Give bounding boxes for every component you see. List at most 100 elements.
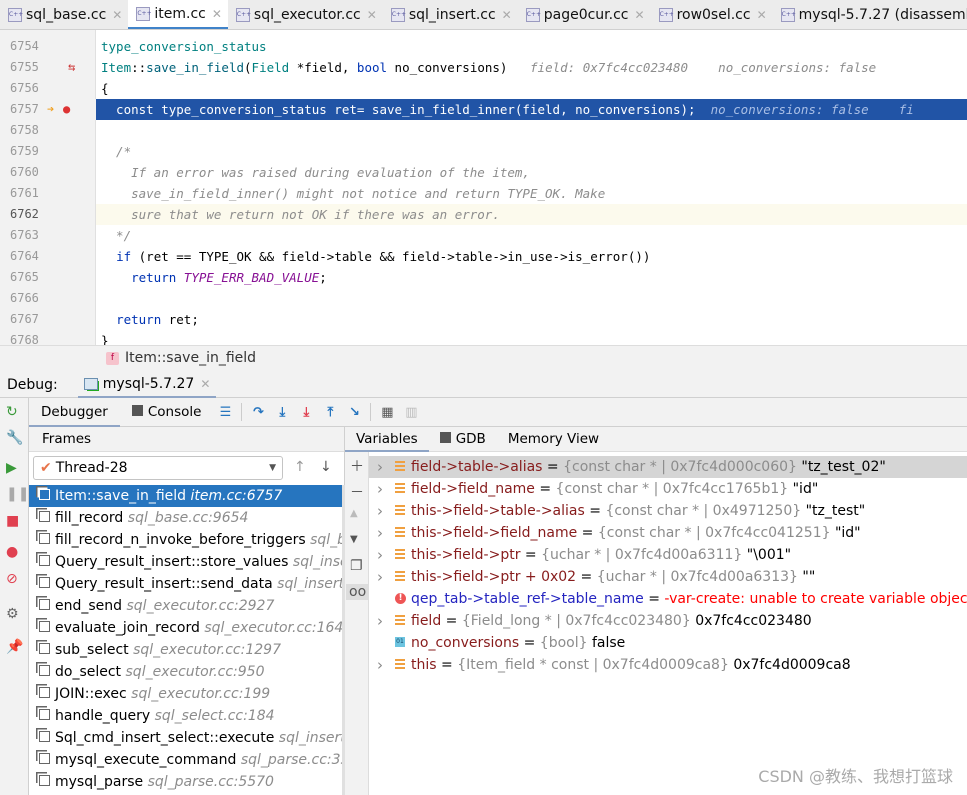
plus-icon[interactable]: ＋ <box>350 456 364 476</box>
frame-item[interactable]: end_send sql_executor.cc:2927 <box>29 595 345 617</box>
tab-file[interactable]: C++ sql_insert.cc ✕ <box>383 0 518 29</box>
mute-breakpoints-icon[interactable]: ⊘ <box>6 571 18 587</box>
tab-file[interactable]: C++ row0sel.cc ✕ <box>651 0 773 29</box>
debug-session-tab[interactable]: mysql-5.7.27 ✕ <box>77 372 217 398</box>
step-over-icon[interactable]: ↷ <box>246 405 270 420</box>
variable-row[interactable]: › field->field_name = {const char * | 0x7… <box>369 478 967 500</box>
variable-row[interactable]: › this = {Item_field * const | 0x7fc4d000… <box>369 654 967 676</box>
tab-file[interactable]: C++ mysql-5.7.27 (disassembl <box>773 0 967 29</box>
thread-select[interactable]: ✔ Thread-28 ▼ <box>33 456 283 480</box>
move-down-icon[interactable]: ▼ <box>350 534 358 545</box>
frame-item[interactable]: Sql_cmd_insert_select::execute sql_inser… <box>29 727 345 749</box>
minus-icon[interactable]: － <box>350 482 364 502</box>
frame-item[interactable]: JOIN::exec sql_executor.cc:199 <box>29 683 345 705</box>
frame-item[interactable]: evaluate_join_record sql_executor.cc:164… <box>29 617 345 639</box>
frame-item[interactable]: Query_result_insert::send_data sql_inser… <box>29 573 345 595</box>
chevron-right-icon[interactable]: › <box>377 566 383 588</box>
step-into-icon[interactable]: ⤓ <box>270 405 294 420</box>
code-line[interactable]: 6767 return ret; <box>0 309 967 330</box>
variable-row[interactable]: › field = {Field_long * | 0x7fc4cc023480}… <box>369 610 967 632</box>
chevron-right-icon[interactable]: › <box>377 500 383 522</box>
move-up-icon[interactable]: ▲ <box>350 508 358 519</box>
code-line[interactable]: 6768} <box>0 330 967 345</box>
force-step-into-icon[interactable]: ⤓ <box>294 405 318 420</box>
tab-file[interactable]: C++ sql_base.cc ✕ <box>0 0 128 29</box>
chevron-right-icon[interactable]: › <box>377 610 383 632</box>
layout-icon[interactable]: ☰ <box>213 405 237 420</box>
frame-item[interactable]: fill_record_n_invoke_before_triggers sql… <box>29 529 345 551</box>
code-line[interactable]: 6764 if (ret == TYPE_OK && field->table … <box>0 246 967 267</box>
variable-row[interactable]: › field->table->alias = {const char * | 0… <box>369 456 967 478</box>
frame-item[interactable]: fill_record sql_base.cc:9654 <box>29 507 345 529</box>
code-line[interactable]: 6754 type_conversion_status <box>0 36 967 57</box>
frame-item[interactable]: mysql_execute_command sql_parse.cc:359 <box>29 749 345 771</box>
wrench-icon[interactable]: 🔧 <box>6 430 23 446</box>
stop-icon[interactable]: ■ <box>6 513 19 529</box>
pin-icon[interactable]: 📌 <box>6 639 23 655</box>
code-line[interactable]: 6766 <box>0 288 967 309</box>
variable-row[interactable]: › this->field->ptr = {uchar * | 0x7fc4d00… <box>369 544 967 566</box>
rerun-icon[interactable]: ↻ <box>6 404 18 420</box>
frame-item[interactable]: mysql_parse sql_parse.cc:5570 <box>29 771 345 793</box>
close-icon[interactable]: ✕ <box>112 8 122 22</box>
variable-row[interactable]: › this->field->ptr + 0x02 = {uchar * | 0x… <box>369 566 967 588</box>
step-out-icon[interactable]: ⤒ <box>318 405 342 420</box>
pause-icon[interactable]: ❚❚ <box>6 486 29 502</box>
tab-console[interactable]: Console <box>120 398 214 427</box>
variable-row[interactable]: › this->field->table->alias = {const char… <box>369 500 967 522</box>
code-token: Item <box>101 60 132 75</box>
chevron-right-icon[interactable]: › <box>377 522 383 544</box>
code-line[interactable]: 6759 /* <box>0 141 967 162</box>
breakpoint-icon[interactable]: ● <box>63 99 70 120</box>
chevron-right-icon[interactable]: › <box>377 456 383 478</box>
copy-icon[interactable]: ❐ <box>350 558 363 574</box>
arrow-up-icon[interactable]: ↑ <box>294 459 306 475</box>
close-icon[interactable]: ✕ <box>200 377 210 391</box>
chevron-right-icon[interactable]: › <box>377 544 383 566</box>
code-line[interactable]: 6761 save_in_field_inner() might not not… <box>0 183 967 204</box>
frame-item[interactable]: sub_select sql_executor.cc:1297 <box>29 639 345 661</box>
close-icon[interactable]: ✕ <box>367 8 377 22</box>
code-line[interactable]: 6755 ⇆ Item::save_in_field(Field *field, b… <box>0 57 967 78</box>
tab-gdb[interactable]: GDB <box>429 427 497 452</box>
frame-item[interactable]: Item::save_in_field item.cc:6757 <box>29 485 345 507</box>
variable-row[interactable]: 01 no_conversions = {bool} false <box>369 632 967 654</box>
chevron-right-icon[interactable]: › <box>377 478 383 500</box>
code-line[interactable]: 6758 <box>0 120 967 141</box>
tab-file[interactable]: C++ sql_executor.cc ✕ <box>228 0 383 29</box>
settings-icon[interactable]: ⚙ <box>6 606 19 622</box>
breadcrumb-label[interactable]: Item::save_in_field <box>125 350 256 366</box>
close-icon[interactable]: ✕ <box>757 8 767 22</box>
tab-file[interactable]: C++ item.cc ✕ <box>128 0 228 29</box>
tab-memory-view[interactable]: Memory View <box>497 427 610 452</box>
close-icon[interactable]: ✕ <box>502 8 512 22</box>
arrow-down-icon[interactable]: ↓ <box>320 459 332 475</box>
tab-file[interactable]: C++ page0cur.cc ✕ <box>518 0 651 29</box>
evaluate-expression-icon[interactable]: ▦ <box>375 405 399 420</box>
code-line[interactable]: 6760 If an error was raised during evalu… <box>0 162 967 183</box>
close-icon[interactable]: ✕ <box>635 8 645 22</box>
view-breakpoints-icon[interactable]: ● <box>6 544 18 560</box>
close-icon[interactable]: ✕ <box>212 7 222 21</box>
code-editor[interactable]: 6754 type_conversion_status 6755 ⇆ Item::sav… <box>0 30 967 345</box>
code-line[interactable]: 6757 ➔ ● const type_conversion_status ret=… <box>0 99 967 120</box>
chevron-right-icon[interactable]: › <box>377 654 383 676</box>
step-arrows-icon[interactable]: ⇆ <box>68 57 75 78</box>
trace-icon[interactable]: ▥ <box>399 405 423 420</box>
code-line[interactable]: 6763 */ <box>0 225 967 246</box>
frame-item[interactable]: Query_result_insert::store_values sql_in… <box>29 551 345 573</box>
frame-item[interactable]: do_select sql_executor.cc:950 <box>29 661 345 683</box>
variable-row[interactable]: ! qep_tab->table_ref->table_name = -var-c… <box>369 588 967 610</box>
variable-row[interactable]: › this->field->field_name = {const char *… <box>369 522 967 544</box>
run-to-cursor-icon[interactable]: ↘ <box>342 405 366 420</box>
resume-icon[interactable]: ▶ <box>6 460 17 476</box>
code-line[interactable]: 6762 sure that we return not OK if there… <box>0 204 967 225</box>
tab-debugger[interactable]: Debugger <box>29 398 120 427</box>
breadcrumb[interactable]: f Item::save_in_field <box>0 345 967 370</box>
tab-variables[interactable]: Variables <box>345 427 429 452</box>
code-line[interactable]: 6756 { <box>0 78 967 99</box>
code-line[interactable]: 6765 return TYPE_ERR_BAD_VALUE; <box>0 267 967 288</box>
glasses-icon[interactable]: oo <box>346 584 370 600</box>
frame-item[interactable]: handle_query sql_select.cc:184 <box>29 705 345 727</box>
